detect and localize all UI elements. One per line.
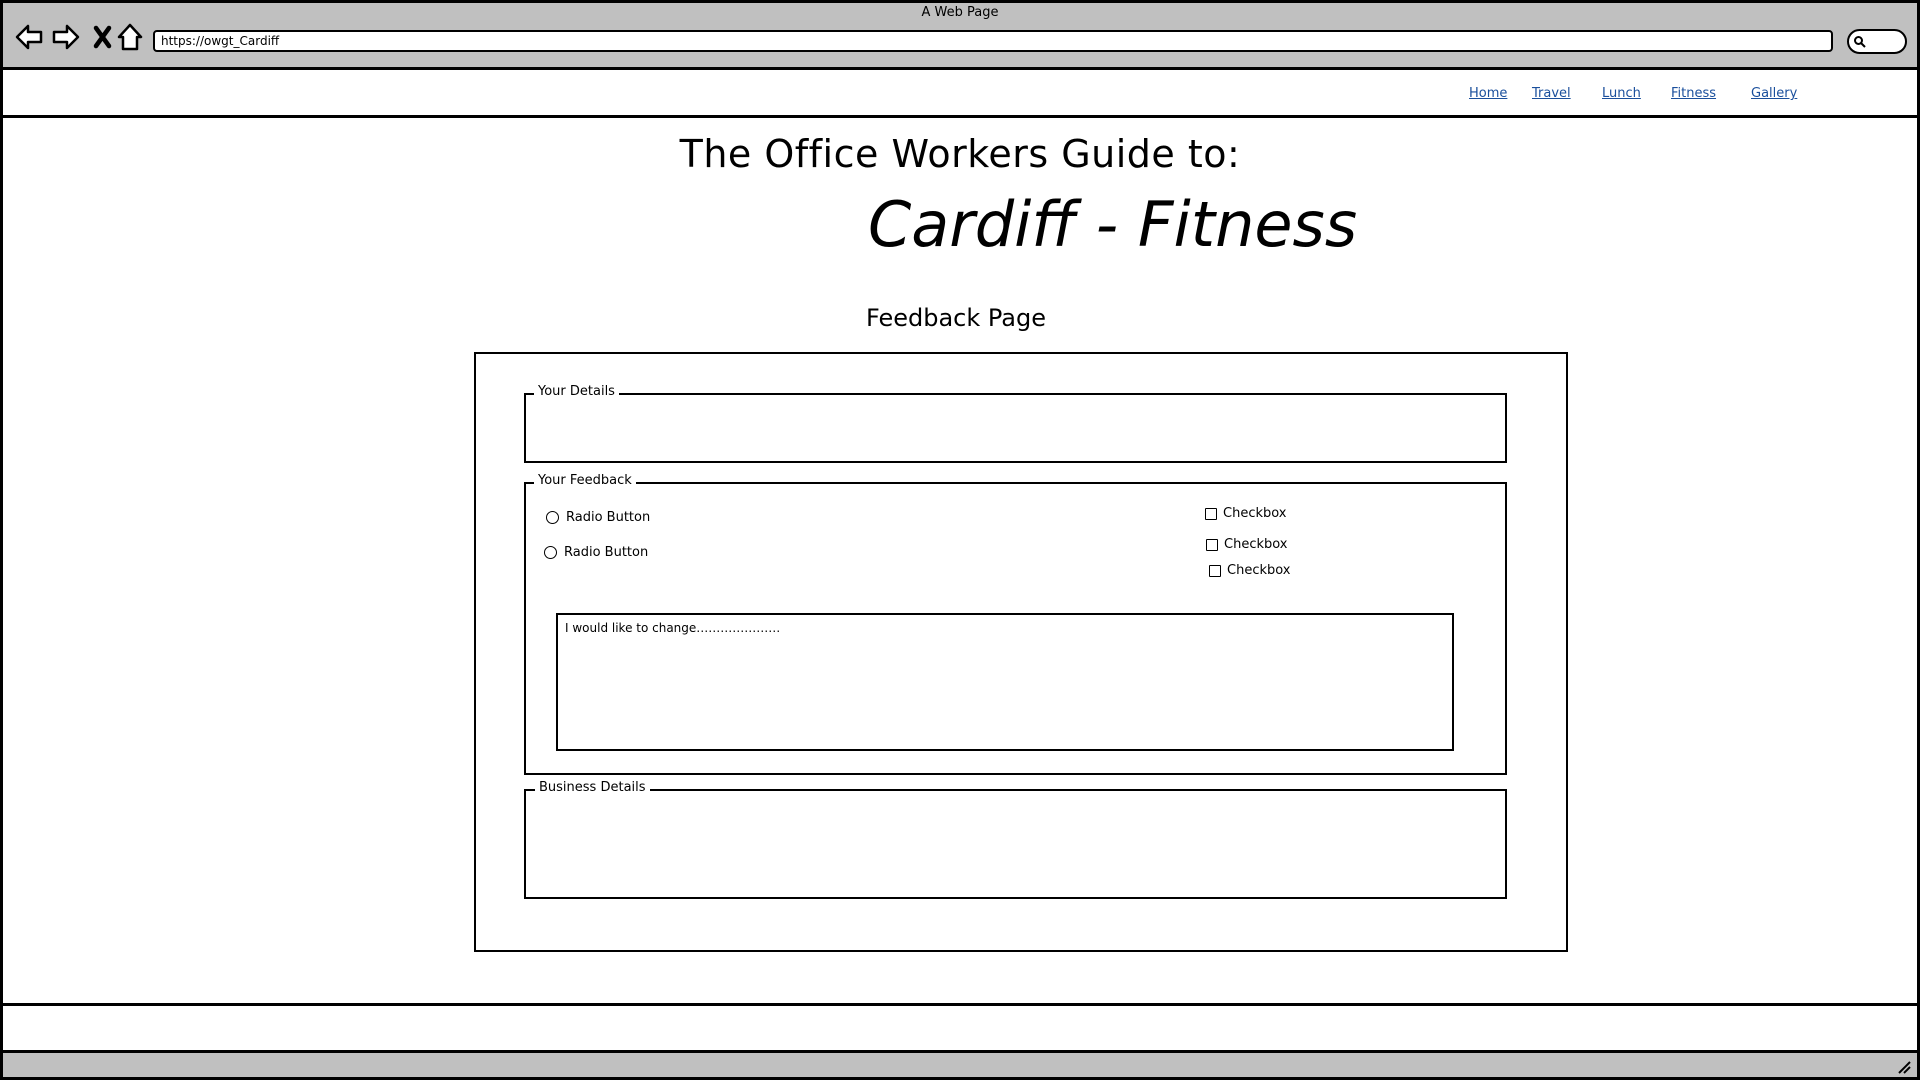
nav-link-home[interactable]: Home	[1469, 86, 1507, 101]
checkbox[interactable]	[1206, 539, 1218, 551]
radio-label: Radio Button	[564, 545, 649, 560]
page-title: Feedback Page	[865, 304, 1047, 332]
checkbox[interactable]	[1209, 565, 1221, 577]
footer-divider	[0, 1003, 1920, 1006]
site-heading: The Office Workers Guide to:	[679, 132, 1241, 176]
radio-label: Radio Button	[566, 510, 651, 525]
radio-button[interactable]	[544, 546, 557, 559]
checkbox-label: Checkbox	[1223, 506, 1287, 521]
window-title: A Web Page	[921, 5, 999, 20]
browser-status-bar	[0, 1050, 1920, 1080]
nav-link-gallery[interactable]: Gallery	[1751, 86, 1797, 101]
checkbox-label: Checkbox	[1227, 563, 1291, 578]
checkbox[interactable]	[1205, 508, 1217, 520]
nav-link-fitness[interactable]: Fitness	[1671, 86, 1716, 101]
nav-link-lunch[interactable]: Lunch	[1602, 86, 1641, 101]
business-details-fieldset	[524, 789, 1507, 899]
your-details-fieldset	[524, 393, 1507, 463]
your-details-legend: Your Details	[534, 385, 619, 399]
resize-grip-icon[interactable]	[1896, 1059, 1912, 1075]
radio-button[interactable]	[546, 511, 559, 524]
business-details-legend: Business Details	[535, 781, 650, 795]
back-arrow-icon[interactable]	[14, 22, 44, 52]
checkbox-label: Checkbox	[1224, 537, 1288, 552]
feedback-textarea[interactable]: I would like to change…………………	[556, 613, 1454, 751]
address-bar[interactable]: https://owgt_Cardiff	[153, 30, 1833, 52]
home-icon[interactable]	[115, 22, 145, 52]
your-feedback-legend: Your Feedback	[534, 474, 636, 488]
search-icon	[1853, 34, 1867, 48]
forward-arrow-icon[interactable]	[51, 22, 81, 52]
site-subheading: Cardiff - Fitness	[868, 188, 1358, 261]
nav-link-travel[interactable]: Travel	[1532, 86, 1571, 101]
